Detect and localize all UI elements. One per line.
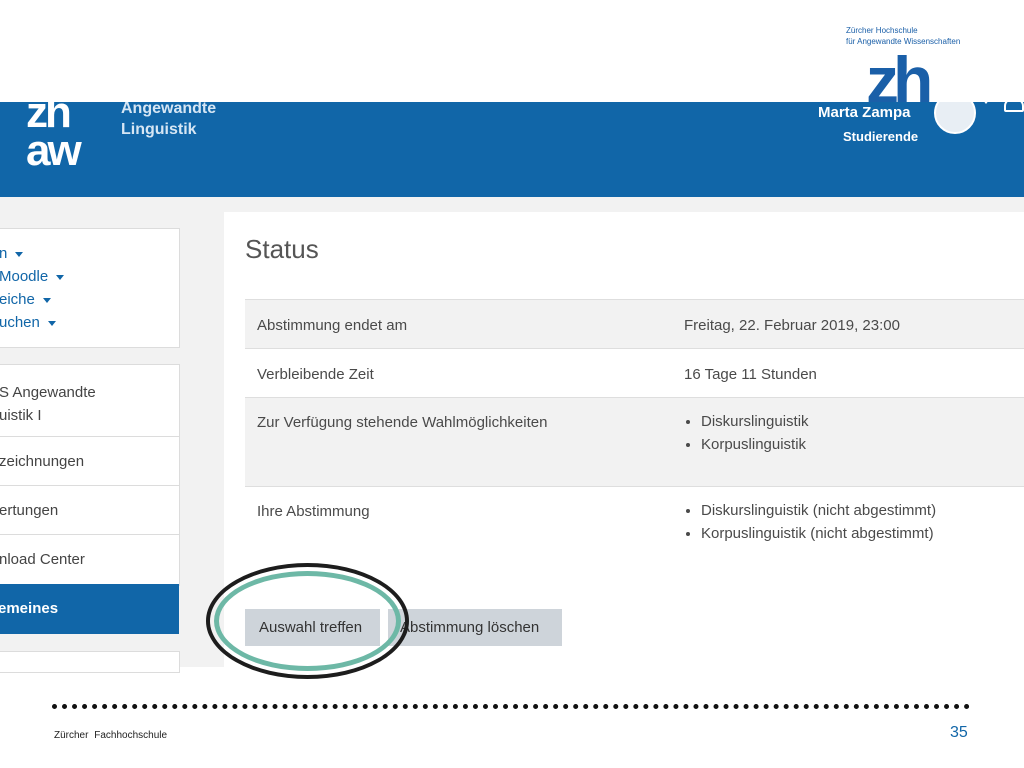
sidebar-link-moodle[interactable]: Moodle bbox=[0, 268, 65, 285]
row-options: Diskurslinguistik (nicht abgestimmt) Kor… bbox=[672, 487, 1024, 576]
table-row: Zur Verfügung stehende Wahlmöglichkeiten… bbox=[245, 397, 1024, 487]
sidebar-item-auszeichnungen[interactable]: zeichnungen bbox=[0, 437, 179, 486]
site-name-line-2: Linguistik bbox=[121, 121, 197, 138]
sidebar-item-bewertungen[interactable]: ertungen bbox=[0, 486, 179, 535]
row-label: Abstimmung endet am bbox=[257, 317, 408, 334]
caret-down-icon bbox=[15, 251, 24, 257]
caret-down-icon bbox=[42, 297, 51, 303]
sidebar-link-1[interactable]: n bbox=[0, 245, 24, 262]
table-row: Abstimmung endet am Freitag, 22. Februar… bbox=[245, 299, 1024, 349]
sidebar-link-label: n bbox=[0, 245, 8, 262]
row-options: Diskurslinguistik Korpuslinguistik bbox=[672, 398, 1024, 487]
notification-icon[interactable] bbox=[1004, 102, 1024, 112]
sidebar-nav-block: S Angewandte uistik I zeichnungen ertung… bbox=[0, 364, 180, 586]
page-title: Status bbox=[245, 234, 319, 264]
row-value: 16 Tage 11 Stunden bbox=[684, 366, 817, 383]
list-item: Diskurslinguistik bbox=[701, 410, 1012, 433]
sidebar-link-label: Moodle bbox=[0, 268, 49, 285]
row-value: Freitag, 22. Februar 2019, 23:00 bbox=[684, 317, 900, 334]
highlight-ring-inner bbox=[214, 571, 401, 671]
footer-text: Zürcher Fachhochschule bbox=[54, 730, 168, 741]
footer-dotted-rule bbox=[52, 704, 970, 709]
sidebar-item-allgemeines[interactable]: emeines bbox=[0, 584, 179, 634]
page-number: 35 bbox=[950, 724, 968, 741]
list-item: Diskurslinguistik (nicht abgestimmt) bbox=[701, 499, 1012, 522]
sidebar-item-download-center[interactable]: nload Center bbox=[0, 535, 179, 584]
sidebar-item-course[interactable]: S Angewandte uistik I bbox=[0, 365, 179, 437]
sidebar-link-label: uchen bbox=[0, 314, 40, 331]
sidebar-block-bottom bbox=[0, 651, 180, 673]
row-label: Verbleibende Zeit bbox=[257, 366, 374, 383]
logo-aw: aw bbox=[26, 126, 82, 175]
sidebar-menu-block: n Moodle eiche uchen bbox=[0, 228, 180, 348]
chevron-down-icon[interactable] bbox=[978, 102, 994, 104]
moodle-header: zh aw Angewandte Linguistik Marta Zampa … bbox=[0, 102, 1024, 197]
caret-down-icon bbox=[56, 274, 65, 280]
zhaw-slide-logo-mark: zh bbox=[866, 43, 933, 117]
caret-down-icon bbox=[47, 320, 56, 326]
sidebar-item-label: S Angewandte bbox=[0, 384, 96, 401]
table-row: Ihre Abstimmung Diskurslinguistik (nicht… bbox=[245, 486, 1024, 576]
table-row: Verbleibende Zeit 16 Tage 11 Stunden bbox=[245, 348, 1024, 398]
site-name[interactable]: Angewandte Linguistik bbox=[121, 102, 216, 140]
sidebar-link-label: eiche bbox=[0, 291, 35, 308]
list-item: Korpuslinguistik bbox=[701, 433, 1012, 456]
row-label: Zur Verfügung stehende Wahlmöglichkeiten bbox=[257, 414, 548, 431]
sidebar-link-bereiche[interactable]: eiche bbox=[0, 291, 51, 308]
delete-vote-button[interactable]: Abstimmung löschen bbox=[388, 609, 562, 646]
user-role: Studierende bbox=[843, 129, 919, 144]
avatar[interactable] bbox=[934, 102, 976, 134]
logo-line-1: Zürcher Hochschule bbox=[846, 26, 918, 35]
highlight-annotation-ring bbox=[206, 563, 409, 679]
user-name[interactable]: Marta Zampa bbox=[818, 104, 911, 121]
sidebar-link-suchen[interactable]: uchen bbox=[0, 314, 56, 331]
site-name-line-1: Angewandte bbox=[121, 102, 217, 117]
list-item: Korpuslinguistik (nicht abgestimmt) bbox=[701, 522, 1012, 545]
zhaw-header-logo[interactable]: zh aw bbox=[26, 102, 82, 175]
status-table: Abstimmung endet am Freitag, 22. Februar… bbox=[245, 299, 1024, 576]
sidebar-item-label: uistik I bbox=[0, 407, 42, 424]
